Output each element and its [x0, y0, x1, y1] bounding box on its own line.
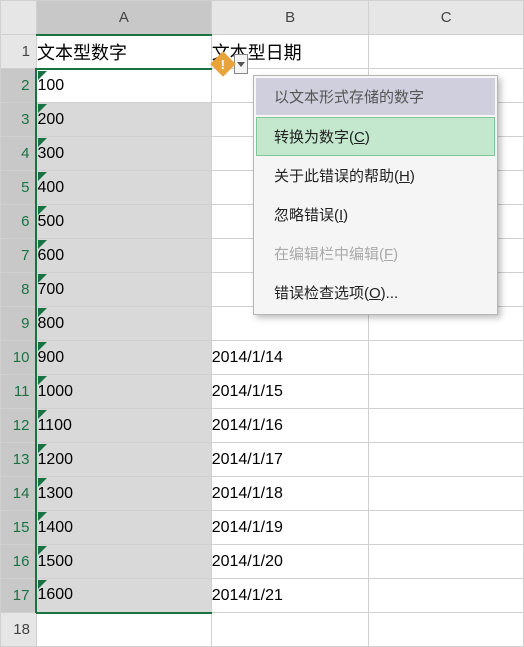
cell[interactable]: 1500 — [36, 545, 211, 579]
row-header[interactable]: 3 — [1, 103, 37, 137]
cell[interactable]: 900 — [36, 341, 211, 375]
row-header[interactable]: 4 — [1, 137, 37, 171]
cell[interactable]: 1300 — [36, 477, 211, 511]
error-triangle-icon — [38, 410, 47, 419]
cell[interactable]: 2014/1/18 — [211, 477, 369, 511]
error-triangle-icon — [38, 104, 47, 113]
error-triangle-icon — [38, 342, 47, 351]
error-smart-tag[interactable]: ! — [214, 54, 248, 74]
row-header[interactable]: 12 — [1, 409, 37, 443]
menu-item-edit-in-formula-bar: 在编辑栏中编辑(F) — [256, 234, 495, 273]
warning-icon: ! — [210, 51, 235, 76]
cell[interactable]: 1200 — [36, 443, 211, 477]
cell[interactable]: 400 — [36, 171, 211, 205]
select-all-corner[interactable] — [1, 1, 37, 35]
column-header-a[interactable]: A — [36, 1, 211, 35]
row-header[interactable]: 16 — [1, 545, 37, 579]
error-triangle-icon — [38, 546, 47, 555]
error-triangle-icon — [38, 138, 47, 147]
cell[interactable]: 1400 — [36, 511, 211, 545]
dropdown-icon[interactable] — [234, 54, 248, 74]
cell[interactable] — [369, 375, 524, 409]
cell[interactable] — [369, 579, 524, 613]
cell[interactable]: 1100 — [36, 409, 211, 443]
row-header[interactable]: 5 — [1, 171, 37, 205]
cell[interactable] — [36, 613, 211, 647]
cell[interactable] — [369, 613, 524, 647]
cell[interactable]: 600 — [36, 239, 211, 273]
cell[interactable]: 2014/1/21 — [211, 579, 369, 613]
row-header[interactable]: 11 — [1, 375, 37, 409]
cell[interactable]: 500 — [36, 205, 211, 239]
error-triangle-icon — [38, 172, 47, 181]
cell[interactable]: 1000 — [36, 375, 211, 409]
menu-item-ignore-error[interactable]: 忽略错误(I) — [256, 195, 495, 234]
cell[interactable] — [369, 477, 524, 511]
row-header[interactable]: 2 — [1, 69, 37, 103]
row-header[interactable]: 17 — [1, 579, 37, 613]
error-triangle-icon — [38, 71, 47, 80]
row-header[interactable]: 10 — [1, 341, 37, 375]
menu-item-error-checking-options[interactable]: 错误检查选项(O)... — [256, 273, 495, 312]
cell[interactable]: 文本型数字 — [36, 35, 211, 69]
cell[interactable]: 700 — [36, 273, 211, 307]
cell[interactable]: 2014/1/17 — [211, 443, 369, 477]
cell[interactable] — [369, 545, 524, 579]
error-triangle-icon — [38, 274, 47, 283]
error-triangle-icon — [38, 206, 47, 215]
error-triangle-icon — [38, 580, 47, 589]
error-triangle-icon — [38, 512, 47, 521]
cell[interactable] — [369, 409, 524, 443]
error-triangle-icon — [38, 308, 47, 317]
cell[interactable]: 2014/1/19 — [211, 511, 369, 545]
menu-item-help[interactable]: 关于此错误的帮助(H) — [256, 156, 495, 195]
cell[interactable] — [369, 443, 524, 477]
column-header-c[interactable]: C — [369, 1, 524, 35]
row-header[interactable]: 14 — [1, 477, 37, 511]
row-header[interactable]: 9 — [1, 307, 37, 341]
cell[interactable] — [369, 35, 524, 69]
cell[interactable]: 200 — [36, 103, 211, 137]
cell[interactable]: 300 — [36, 137, 211, 171]
error-triangle-icon — [38, 478, 47, 487]
error-triangle-icon — [38, 240, 47, 249]
row-header[interactable]: 6 — [1, 205, 37, 239]
cell[interactable]: 1600 — [36, 579, 211, 613]
menu-item-convert-to-number[interactable]: 转换为数字(C) — [256, 117, 495, 156]
cell[interactable]: 2014/1/15 — [211, 375, 369, 409]
row-header[interactable]: 7 — [1, 239, 37, 273]
cell[interactable]: 100 — [36, 69, 211, 103]
error-triangle-icon — [38, 444, 47, 453]
row-header[interactable]: 8 — [1, 273, 37, 307]
cell[interactable]: 2014/1/20 — [211, 545, 369, 579]
row-header[interactable]: 13 — [1, 443, 37, 477]
cell[interactable] — [369, 511, 524, 545]
menu-title: 以文本形式存储的数字 — [256, 78, 495, 115]
cell[interactable] — [369, 341, 524, 375]
cell[interactable]: 800 — [36, 307, 211, 341]
cell[interactable]: 2014/1/14 — [211, 341, 369, 375]
cell[interactable] — [211, 613, 369, 647]
row-header[interactable]: 18 — [1, 613, 37, 647]
column-header-b[interactable]: B — [211, 1, 369, 35]
row-header[interactable]: 1 — [1, 35, 37, 69]
error-triangle-icon — [38, 376, 47, 385]
row-header[interactable]: 15 — [1, 511, 37, 545]
cell[interactable]: 2014/1/16 — [211, 409, 369, 443]
error-context-menu: 以文本形式存储的数字 转换为数字(C) 关于此错误的帮助(H) 忽略错误(I) … — [253, 75, 498, 315]
